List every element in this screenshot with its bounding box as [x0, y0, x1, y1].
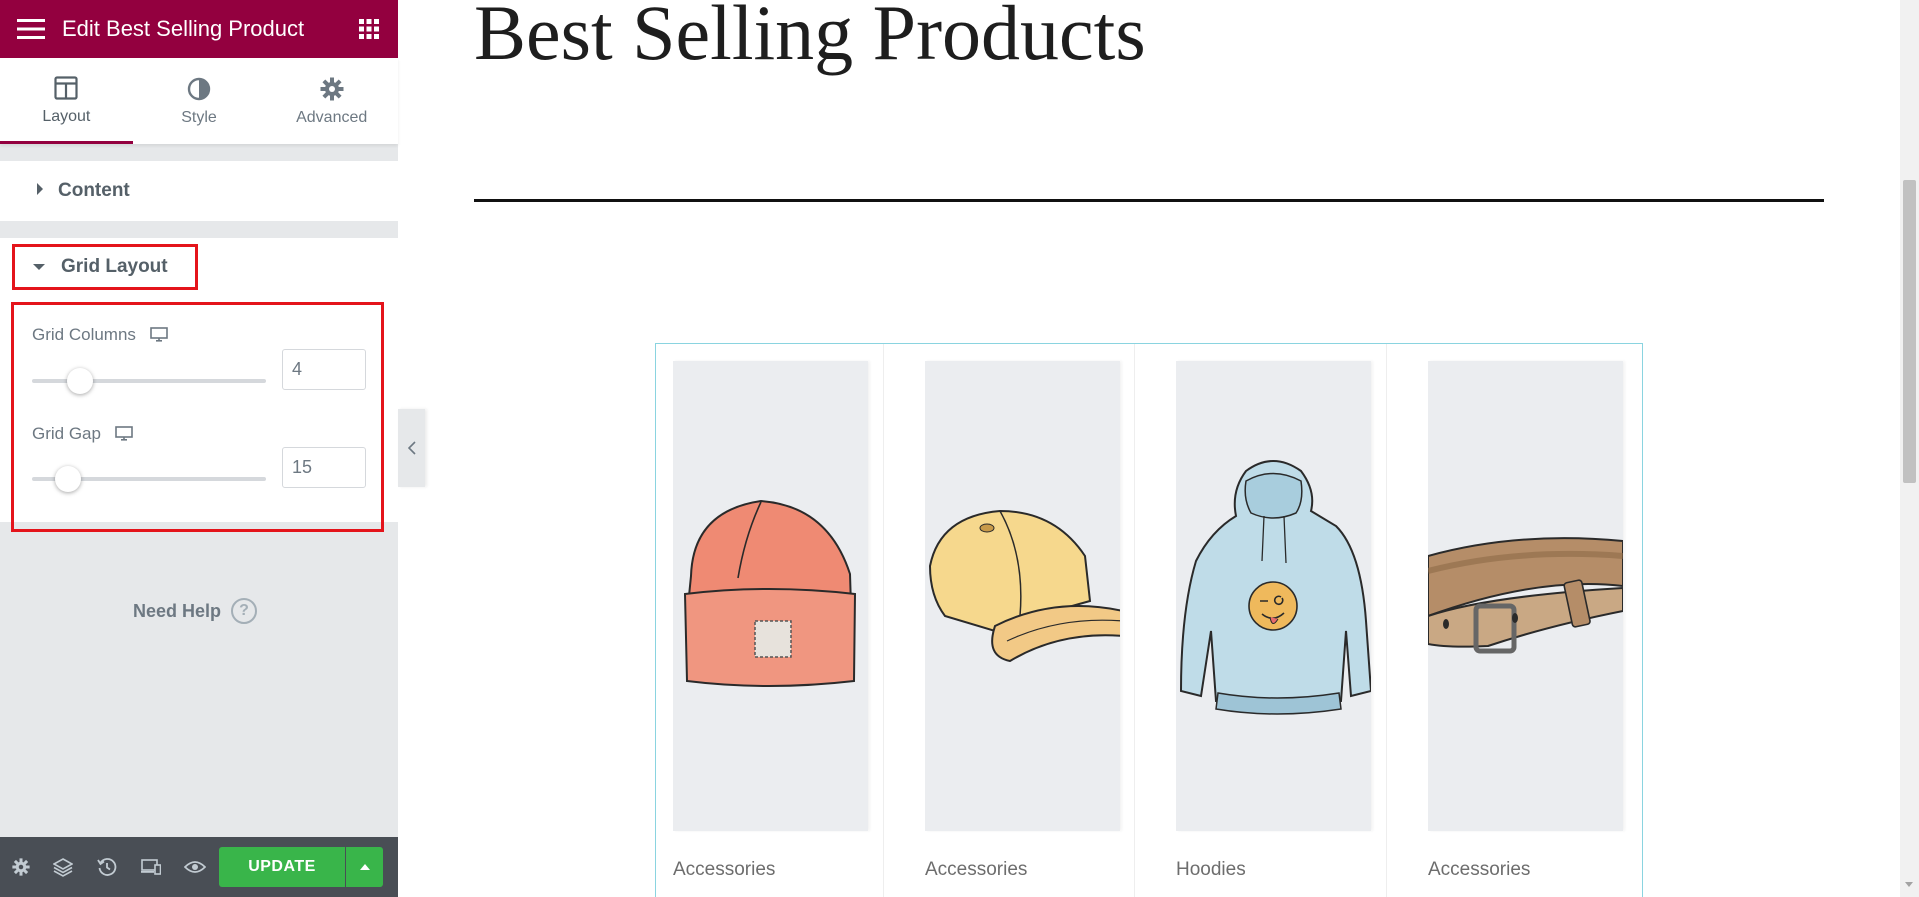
scrollbar-thumb[interactable]: [1903, 180, 1916, 483]
grid-gap-slider[interactable]: [32, 466, 266, 492]
slider-thumb[interactable]: [67, 368, 94, 394]
section-grid-layout-toggle[interactable]: Grid Layout: [12, 244, 198, 290]
grid-column-divider: [1386, 344, 1387, 897]
update-options-button[interactable]: [346, 847, 383, 887]
settings-icon[interactable]: [0, 837, 41, 897]
tab-advanced-label: Advanced: [296, 109, 368, 126]
chevron-left-icon: [407, 441, 416, 455]
product-category[interactable]: Accessories: [1428, 859, 1623, 881]
page-title: Best Selling Products: [474, 0, 1146, 76]
section-grid-layout-label: Grid Layout: [61, 256, 168, 277]
need-help-label: Need Help: [133, 600, 222, 621]
product-category[interactable]: Accessories: [925, 859, 1120, 881]
section-content-label: Content: [58, 180, 130, 201]
caret-down-icon: [33, 258, 45, 276]
editor-panel: Edit Best Selling Product Layout Style A…: [0, 0, 398, 897]
layout-icon: [54, 74, 78, 102]
grid-columns-slider[interactable]: [32, 368, 266, 394]
product-image-cap[interactable]: [925, 361, 1120, 831]
caret-up-icon: [359, 864, 370, 870]
product-image-belt[interactable]: [1428, 361, 1623, 831]
grid-columns-label: Grid Columns: [32, 325, 136, 344]
half-circle-icon: [187, 75, 211, 103]
product-category[interactable]: Hoodies: [1176, 859, 1371, 881]
layers-icon[interactable]: [41, 837, 85, 897]
grid-gap-input[interactable]: [282, 447, 366, 488]
grid-gap-control: Grid Gap: [32, 424, 133, 444]
product-image-beanie[interactable]: [673, 361, 868, 831]
panel-header: Edit Best Selling Product: [0, 0, 398, 58]
app-root: Edit Best Selling Product Layout Style A…: [0, 0, 1919, 897]
tab-style-label: Style: [181, 109, 217, 126]
product-card[interactable]: Accessories: [1428, 361, 1623, 897]
grid-gap-label: Grid Gap: [32, 424, 101, 443]
tab-layout-label: Layout: [42, 107, 91, 125]
grid-column-divider: [1134, 344, 1135, 897]
update-button[interactable]: UPDATE: [219, 847, 345, 887]
tab-advanced[interactable]: Advanced: [265, 58, 398, 144]
product-card[interactable]: Hoodies: [1176, 361, 1371, 897]
product-category[interactable]: Accessories: [673, 859, 868, 881]
responsive-icon[interactable]: [129, 837, 173, 897]
product-card[interactable]: Accessories: [673, 361, 868, 897]
history-icon[interactable]: [85, 837, 129, 897]
panel-title: Edit Best Selling Product: [62, 16, 305, 41]
desktop-icon[interactable]: [115, 426, 133, 442]
question-circle-icon: ?: [231, 598, 258, 624]
preview-eye-icon[interactable]: [173, 837, 217, 897]
caret-right-icon: [36, 182, 44, 200]
panel-footer: UPDATE: [0, 837, 398, 897]
tab-style[interactable]: Style: [133, 58, 266, 144]
grid-controls-box: Grid Columns Grid Gap: [11, 302, 384, 532]
gear-icon: [320, 75, 344, 103]
grid-columns-control: Grid Columns: [32, 325, 168, 345]
grid-icon[interactable]: [340, 0, 398, 58]
tab-layout[interactable]: Layout: [0, 58, 133, 144]
products-grid-widget[interactable]: Accessories Accessories Hoodies Accessor…: [655, 343, 1643, 897]
product-card[interactable]: Accessories: [925, 361, 1120, 897]
desktop-icon[interactable]: [150, 327, 168, 343]
product-image-hoodie[interactable]: [1176, 361, 1371, 831]
title-divider: [474, 199, 1824, 202]
hamburger-icon[interactable]: [0, 0, 62, 58]
need-help-link[interactable]: Need Help ?: [133, 598, 258, 624]
grid-columns-input[interactable]: [282, 349, 366, 390]
slider-thumb[interactable]: [54, 466, 81, 492]
panel-tabs: Layout Style Advanced: [0, 58, 398, 144]
grid-column-divider: [883, 344, 884, 897]
section-grid-layout: Grid Layout Grid Columns Grid Gap: [0, 238, 398, 532]
scroll-down-arrow-icon[interactable]: [1905, 882, 1913, 887]
section-content-toggle[interactable]: Content: [0, 161, 398, 221]
collapse-panel-button[interactable]: [398, 409, 425, 487]
page-scrollbar[interactable]: [1900, 0, 1919, 897]
